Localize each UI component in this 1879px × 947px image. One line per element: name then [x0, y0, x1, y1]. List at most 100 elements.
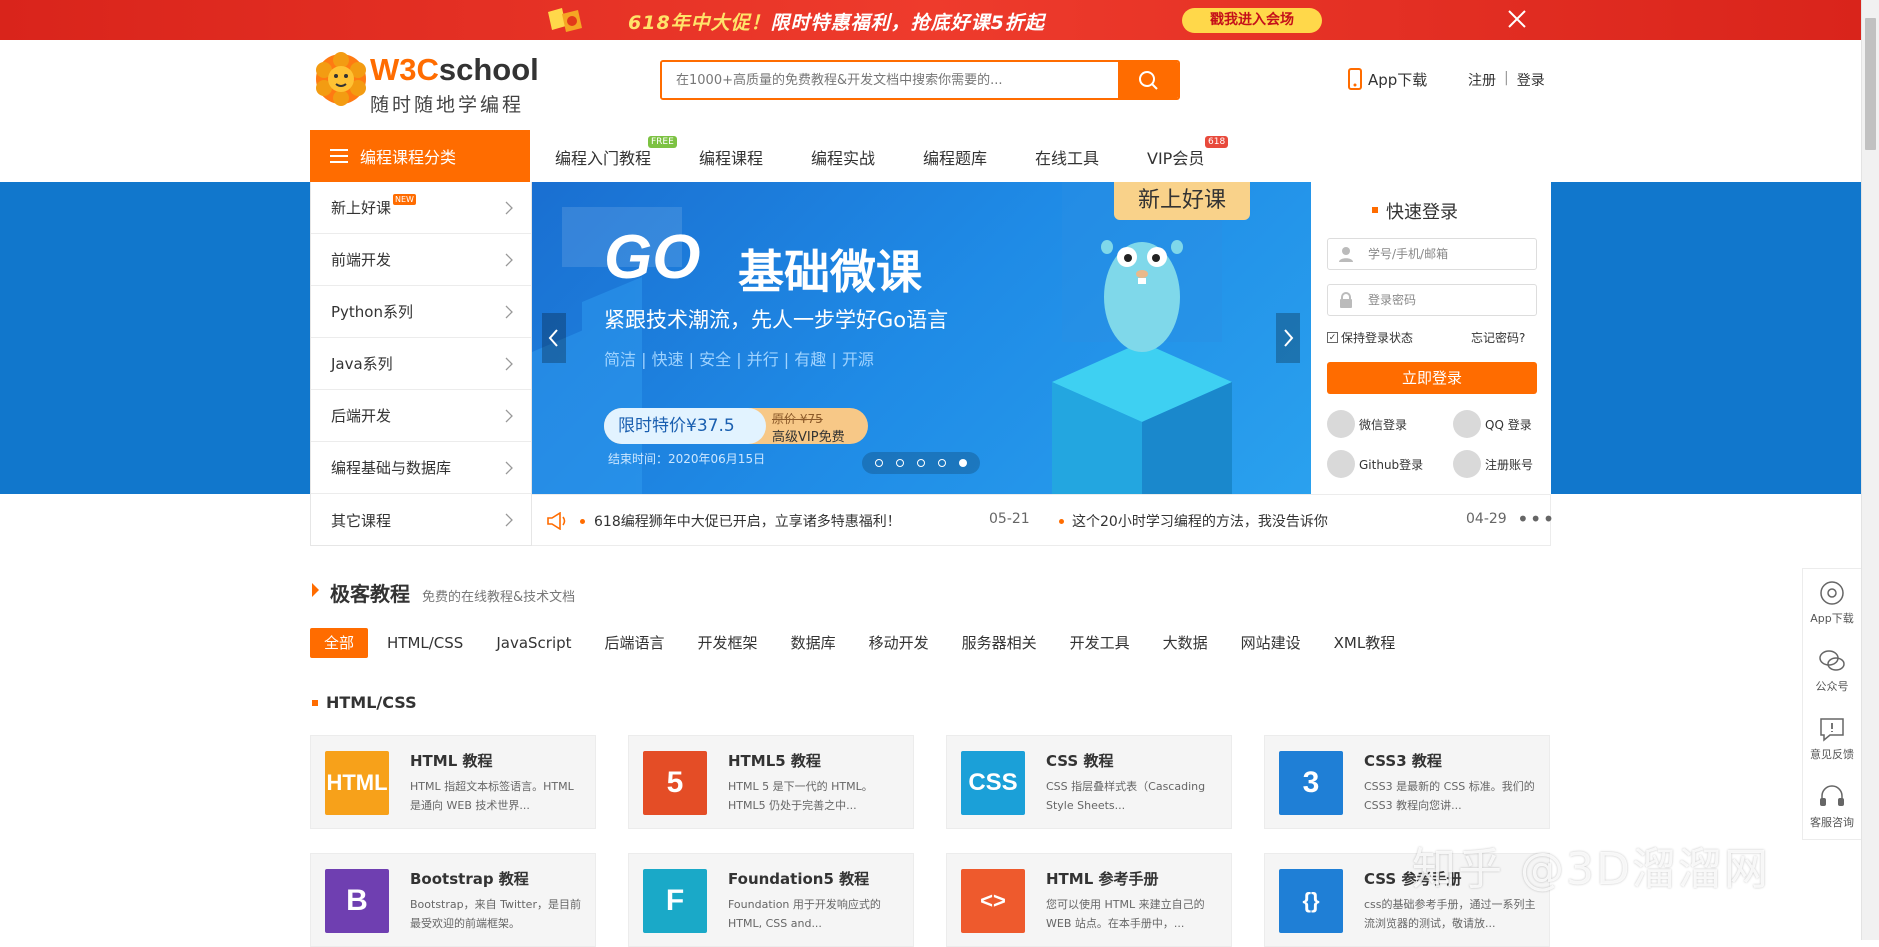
tab-website[interactable]: 网站建设 — [1227, 628, 1315, 658]
nav-item-online-tools[interactable]: 在线工具 — [1035, 145, 1099, 169]
username-field[interactable]: 学号/手机/邮箱 — [1327, 238, 1537, 270]
app-download-link[interactable]: App下载 — [1348, 68, 1427, 90]
notice-link[interactable]: 618编程狮年中大促已开启，立享诸多特惠福利！ — [594, 511, 901, 531]
site-logo[interactable]: W3Cschool 随时随地学编程 — [314, 50, 539, 116]
gift-icon — [548, 8, 582, 32]
search-icon — [1139, 71, 1158, 90]
close-icon[interactable] — [1506, 8, 1528, 30]
tab-frameworks[interactable]: 开发框架 — [684, 628, 772, 658]
github-login[interactable]: Github登录 — [1327, 450, 1423, 478]
banner-subtitle: 紧跟技术潮流，先人一步学好Go语言 — [604, 308, 949, 332]
page-scrollbar[interactable] — [1861, 0, 1879, 940]
tab-html-css[interactable]: HTML/CSS — [373, 628, 477, 658]
category-item-other[interactable]: 其它课程 — [311, 494, 531, 546]
card-desc: HTML 5 是下一代的 HTML。HTML5 仍处于完善之中... — [728, 780, 873, 812]
course-category-button[interactable]: 编程课程分类 — [310, 130, 530, 182]
card-desc: HTML 指超文本标签语言。HTML 是通向 WEB 技术世界... — [410, 780, 574, 812]
main-nav: 编程课程分类 编程入门教程 FREE 编程课程 编程实战 编程题库 在线工具 VI… — [310, 130, 1550, 182]
promo-banner[interactable]: 618年中大促！限时特惠福利，抢底好课5折起 戳我进入会场 — [0, 0, 1861, 40]
chevron-left-icon — [548, 329, 558, 347]
scrollbar-thumb[interactable] — [1865, 18, 1876, 150]
category-item-new-courses[interactable]: 新上好课 NEW — [311, 182, 531, 234]
tutorial-card-bootstrap[interactable]: B Bootstrap 教程 Bootstrap，来自 Twitter，是目前最… — [310, 853, 596, 947]
login-link[interactable]: 登录 — [1517, 70, 1545, 90]
app-icon — [1820, 581, 1844, 605]
tab-javascript[interactable]: JavaScript — [482, 628, 585, 658]
carousel-prev-button[interactable] — [542, 313, 566, 363]
forgot-password-link[interactable]: 忘记密码? — [1471, 329, 1525, 346]
card-title: HTML 教程 — [410, 752, 493, 770]
tab-all[interactable]: 全部 — [310, 628, 369, 658]
nav-item-question-bank[interactable]: 编程题库 — [923, 145, 987, 169]
nav-item-intro-tutorials[interactable]: 编程入门教程 FREE — [555, 136, 677, 169]
tutorial-card-html[interactable]: HTML HTML 教程 HTML 指超文本标签语言。HTML 是通向 WEB … — [310, 735, 596, 829]
username-placeholder: 学号/手机/邮箱 — [1368, 247, 1449, 261]
carousel-dot[interactable] — [917, 459, 925, 467]
sidebar-app-download[interactable]: App下载 — [1803, 569, 1861, 637]
category-item-frontend[interactable]: 前端开发 — [311, 234, 531, 286]
auth-divider: | — [1504, 70, 1509, 86]
remember-checkbox[interactable]: ✓ — [1327, 332, 1338, 343]
sale-price: 限时特价¥37.5 — [604, 408, 766, 444]
tab-backend[interactable]: 后端语言 — [591, 628, 679, 658]
tutorial-card-css[interactable]: CSS CSS 教程 CSS 指层叠样式表（Cascading Style Sh… — [946, 735, 1232, 829]
feedback-icon — [1820, 718, 1844, 742]
tutorial-card-html5[interactable]: 5 HTML5 教程 HTML 5 是下一代的 HTML。HTML5 仍处于完善… — [628, 735, 914, 829]
qq-login[interactable]: QQ 登录 — [1453, 410, 1532, 438]
sidebar-wechat-official[interactable]: 公众号 — [1803, 637, 1861, 705]
free-badge: FREE — [648, 136, 677, 148]
sidebar-customer-service[interactable]: 客服咨询 — [1803, 773, 1861, 841]
category-item-basics-database[interactable]: 编程基础与数据库 — [311, 442, 531, 494]
register-link[interactable]: 注册 — [1468, 70, 1496, 90]
category-item-python[interactable]: Python系列 — [311, 286, 531, 338]
carousel-dot[interactable] — [875, 459, 883, 467]
sidebar-feedback[interactable]: 意见反馈 — [1803, 705, 1861, 773]
category-item-java[interactable]: Java系列 — [311, 338, 531, 390]
card-desc: Foundation 用于开发响应式的 HTML, CSS and... — [728, 898, 881, 930]
tab-big-data[interactable]: 大数据 — [1149, 628, 1222, 658]
notice-date: 05-21 — [989, 511, 1030, 527]
tab-server[interactable]: 服务器相关 — [948, 628, 1051, 658]
group-title: HTML/CSS — [310, 693, 417, 712]
card-desc: 您可以使用 HTML 来建立自己的 WEB 站点。在本手册中，... — [1046, 898, 1205, 930]
qq-icon — [1453, 410, 1481, 438]
notice-link[interactable]: 这个20小时学习编程的方法，我没告诉你 — [1072, 511, 1328, 531]
tab-dev-tools[interactable]: 开发工具 — [1056, 628, 1144, 658]
tutorial-card-html-reference[interactable]: <> HTML 参考手册 您可以使用 HTML 来建立自己的 WEB 站点。在本… — [946, 853, 1232, 947]
carousel-dot[interactable] — [896, 459, 904, 467]
category-item-backend[interactable]: 后端开发 — [311, 390, 531, 442]
remember-me[interactable]: ✓ 保持登录状态 — [1327, 329, 1413, 346]
foundation-icon: F — [643, 869, 707, 933]
nav-item-courses[interactable]: 编程课程 — [699, 145, 763, 169]
register-account[interactable]: 注册账号 — [1453, 450, 1533, 478]
tutorial-card-css3[interactable]: 3 CSS3 教程 CSS3 是最新的 CSS 标准。我们的 CSS3 教程向您… — [1264, 735, 1550, 829]
enter-venue-button[interactable]: 戳我进入会场 — [1182, 8, 1322, 33]
tutorials-section-header: 极客教程 免费的在线教程&技术文档 — [310, 578, 575, 607]
nav-item-vip[interactable]: VIP会员 618 — [1147, 136, 1229, 169]
headset-icon — [1820, 785, 1844, 806]
nav-item-practice[interactable]: 编程实战 — [811, 145, 875, 169]
tab-xml[interactable]: XML教程 — [1320, 628, 1410, 658]
wechat-login[interactable]: 微信登录 — [1327, 410, 1407, 438]
login-title: 快速登录 — [1372, 198, 1458, 224]
notice-date: 04-29 — [1466, 511, 1507, 527]
search-input[interactable] — [662, 62, 1118, 98]
password-field[interactable]: 登录密码 — [1327, 284, 1537, 316]
course-carousel[interactable]: 新上好课 GO 基础微课 紧跟技术潮流，先人一步学好Go语言 简洁 | 快速 |… — [532, 182, 1311, 494]
search-button[interactable] — [1118, 62, 1178, 98]
tab-database[interactable]: 数据库 — [777, 628, 850, 658]
card-desc: css的基础参考手册，通过一系列主流浏览器的测试，敬请放... — [1364, 898, 1536, 930]
lion-logo-icon — [316, 52, 366, 106]
tutorial-card-foundation5[interactable]: F Foundation5 教程 Foundation 用于开发响应式的 HTM… — [628, 853, 914, 947]
vip-free: 高级VIP免费 — [772, 430, 845, 445]
search-box — [660, 60, 1180, 100]
banner-features: 简洁 | 快速 | 安全 | 并行 | 有趣 | 开源 — [604, 350, 874, 369]
carousel-dot-active[interactable] — [959, 459, 967, 467]
more-icon[interactable]: ••• — [1517, 507, 1555, 531]
login-submit-button[interactable]: 立即登录 — [1327, 362, 1537, 394]
bullet-dot — [580, 519, 585, 524]
card-title: CSS 教程 — [1046, 752, 1114, 770]
carousel-next-button[interactable] — [1276, 313, 1300, 363]
carousel-dot[interactable] — [938, 459, 946, 467]
tab-mobile[interactable]: 移动开发 — [855, 628, 943, 658]
